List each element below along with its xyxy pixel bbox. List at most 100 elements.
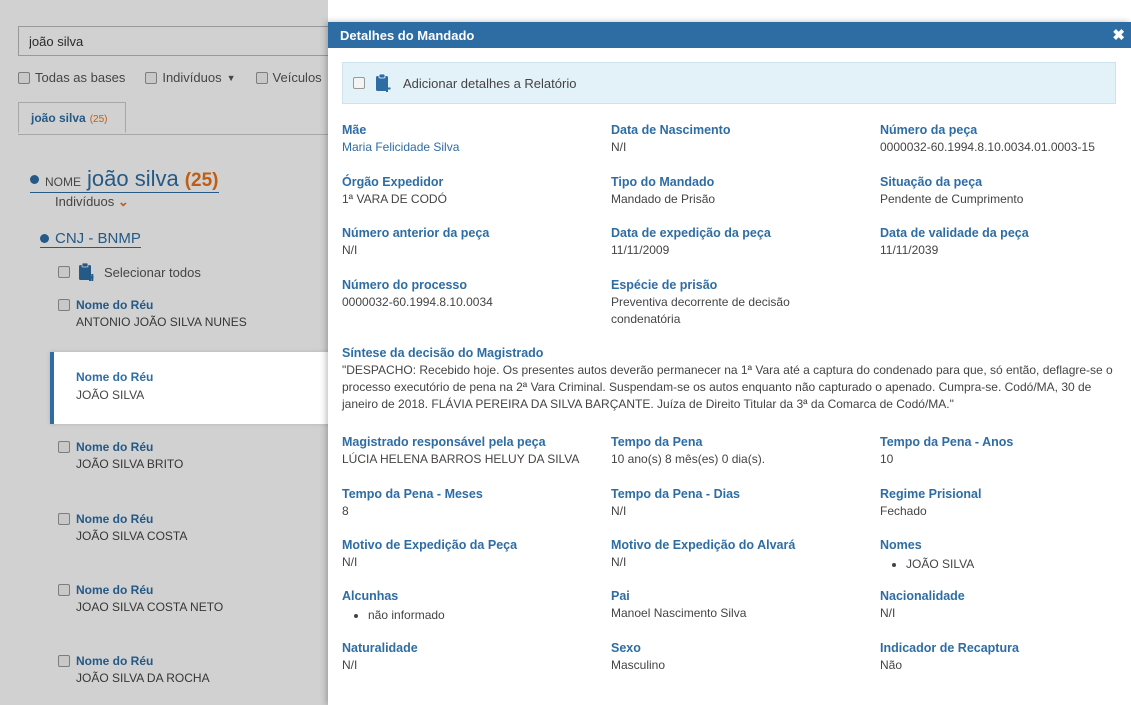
field-value: Adicionar detalhes a Relatório — [403, 75, 577, 91]
field-label: Naturalidade — [342, 641, 418, 655]
field-value: JOAO SILVA COSTA NETO — [76, 600, 224, 614]
field-prison-type: Espécie de prisão Preventiva decorrente d… — [611, 277, 831, 328]
field-value: N/I — [342, 555, 358, 569]
field-label: Situação da peça — [880, 175, 983, 189]
individuals-dropdown[interactable]: Indivíduos ⌄ — [55, 194, 129, 210]
field-value: N/I — [611, 140, 627, 154]
field-label: Pai — [611, 589, 630, 603]
field-birthplace: Naturalidade N/I — [342, 640, 418, 674]
list-item[interactable]: Nome do Réu JOÃO SILVA DA ROCHA — [58, 654, 210, 685]
filter-all-bases[interactable]: Todas as bases — [18, 70, 125, 85]
add-to-report-bar[interactable]: Adicionar detalhes a Relatório — [342, 62, 1116, 104]
result-tabs: joão silva (25) — [18, 102, 348, 135]
checkbox-icon[interactable] — [58, 513, 70, 525]
field-label: Síntese da decisão do Magistrado — [342, 346, 544, 360]
field-label: Tempo da Pena — [611, 435, 703, 449]
filter-bar: Todas as bases Indivíduos ▼ Veículos — [18, 70, 322, 85]
caret-down-icon: ▼ — [226, 72, 236, 83]
checkbox-icon[interactable] — [58, 441, 70, 453]
field-release-reason: Motivo de Expedição do Alvará N/I — [611, 537, 795, 571]
field-value: "DESPACHO: Recebido hoje. Os presentes a… — [342, 363, 1113, 411]
field-value: Nome do Réu — [76, 440, 154, 454]
field-value: CNJ - BNMP — [55, 230, 141, 247]
field-label: Tipo do Mandado — [611, 175, 715, 189]
field-label: Órgão Expedidor — [342, 175, 444, 189]
close-icon[interactable]: ✖ — [1112, 26, 1125, 44]
list-item[interactable]: Nome do Réu JOÃO SILVA COSTA — [58, 512, 187, 543]
warrant-details-modal: Detalhes do Mandado ✖ Adicionar detalhes… — [328, 22, 1131, 705]
field-value: N/I — [342, 658, 358, 672]
field-value: JOÃO SILVA DA ROCHA — [76, 671, 210, 685]
field-mother: Mãe Maria Felicidade Silva — [342, 122, 459, 156]
group-title[interactable]: NOME joão silva (25) — [30, 166, 219, 193]
field-label: Alcunhas — [342, 589, 399, 603]
field-value: Nome do Réu — [76, 512, 154, 526]
checkbox-icon[interactable] — [58, 655, 70, 667]
field-value: NOME — [45, 175, 81, 189]
field-nicknames: Alcunhas não informado — [342, 588, 445, 624]
field-validity-date: Data de validade da peça 11/11/2039 — [880, 225, 1029, 259]
list-item[interactable]: Nome do Réu JOÃO SILVA BRITO — [58, 440, 183, 471]
field-recapture: Indicador de Recaptura Não — [880, 640, 1019, 674]
checkbox-icon[interactable] — [58, 266, 70, 278]
field-label: Regime Prisional — [880, 487, 982, 501]
field-sentence-days: Tempo da Pena - Dias N/I — [611, 486, 740, 520]
select-all[interactable]: Selecionar todos — [58, 262, 201, 282]
field-value: Todas as bases — [35, 70, 126, 85]
field-magistrate-decision: Síntese da decisão do Magistrado "DESPACH… — [342, 345, 1118, 413]
field-value: JOÃO SILVA BRITO — [76, 457, 184, 471]
checkbox-icon[interactable] — [145, 71, 158, 84]
mother-link[interactable]: Maria Felicidade Silva — [342, 139, 459, 156]
field-piece-status: Situação da peça Pendente de Cumprimento — [880, 174, 1023, 208]
tab-joao-silva[interactable]: joão silva (25) — [18, 102, 126, 133]
checkbox-icon[interactable] — [58, 584, 70, 596]
field-value: JOÃO SILVA COSTA — [76, 529, 188, 543]
field-father: Pai Manoel Nascimento Silva — [611, 588, 746, 622]
filter-individuals[interactable]: Indivíduos ▼ — [145, 70, 236, 85]
field-label: Nacionalidade — [880, 589, 965, 603]
field-names: Nomes JOÃO SILVA — [880, 537, 974, 573]
field-label: Data de validade da peça — [880, 226, 1029, 240]
list-item[interactable]: Nome do Réu ANTONIO JOÃO SILVA NUNES — [58, 298, 247, 329]
list-item: JOÃO SILVA — [906, 556, 974, 573]
field-value: LÚCIA HELENA BARROS HELUY DA SILVA — [342, 452, 580, 466]
field-value: 8 — [342, 504, 349, 518]
list-item[interactable]: Nome do Réu JOAO SILVA COSTA NETO — [58, 583, 223, 614]
field-label: Data de expedição da peça — [611, 226, 771, 240]
field-issue-date: Data de expedição da peça 11/11/2009 — [611, 225, 771, 259]
field-label: Motivo de Expedição da Peça — [342, 538, 518, 552]
list-item-selected[interactable]: Nome do Réu JOÃO SILVA — [50, 352, 344, 424]
field-sex: Sexo Masculino — [611, 640, 665, 674]
collapse-dot-icon[interactable] — [40, 234, 49, 243]
field-value: Masculino — [611, 658, 666, 672]
field-value: Pendente de Cumprimento — [880, 192, 1024, 206]
field-label: Tempo da Pena - Anos — [880, 435, 1014, 449]
field-value: N/I — [342, 243, 358, 257]
field-label: Número do processo — [342, 278, 468, 292]
field-label: Mãe — [342, 123, 367, 137]
field-birth-date: Data de Nascimento N/I — [611, 122, 730, 156]
filter-vehicles[interactable]: Veículos — [255, 70, 322, 85]
field-piece-number: Número da peça 0000032-60.1994.8.10.0034.… — [880, 122, 1095, 156]
field-value: joão silva — [31, 111, 86, 125]
field-prison-regime: Regime Prisional Fechado — [880, 486, 981, 520]
field-label: Motivo de Expedição do Alvará — [611, 538, 796, 552]
field-value: N/I — [611, 555, 627, 569]
checkbox-icon[interactable] — [255, 71, 268, 84]
field-value: N/I — [611, 504, 627, 518]
field-sentence-months: Tempo da Pena - Meses 8 — [342, 486, 483, 520]
checkbox-icon[interactable] — [18, 71, 30, 84]
field-value: 0000032-60.1994.8.10.0034 — [342, 295, 493, 309]
checkbox-icon[interactable] — [58, 299, 70, 311]
checkbox-icon[interactable] — [353, 77, 365, 89]
field-value: Nome do Réu — [76, 654, 154, 668]
field-label: Nome do Réu — [76, 370, 154, 384]
field-label: Indicador de Recaptura — [880, 641, 1019, 655]
chevron-down-icon: ⌄ — [117, 194, 129, 209]
field-value: Não — [880, 658, 903, 672]
field-value: 11/11/2009 — [611, 243, 670, 257]
field-label: Número anterior da peça — [342, 226, 490, 240]
collapse-dot-icon[interactable] — [30, 174, 39, 184]
list-item: não informado — [368, 607, 445, 624]
source-title[interactable]: CNJ - BNMP — [40, 230, 141, 248]
